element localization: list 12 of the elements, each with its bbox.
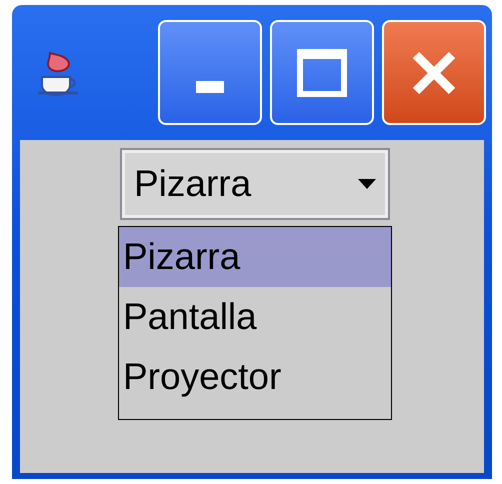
dropdown-option[interactable]: Pizarra <box>119 227 391 287</box>
minimize-icon <box>196 81 224 93</box>
dropdown-option[interactable]: Pantalla <box>119 287 391 347</box>
minimize-button[interactable] <box>158 20 262 125</box>
dropdown-field[interactable]: Pizarra <box>120 148 390 220</box>
maximize-button[interactable] <box>270 20 374 125</box>
dropdown-option[interactable]: Proyector <box>119 347 391 407</box>
close-icon <box>411 50 457 96</box>
coffee-cup-icon <box>36 48 80 96</box>
maximize-icon <box>297 48 347 96</box>
close-button[interactable] <box>382 20 486 125</box>
dropdown-arrow-icon <box>358 179 376 189</box>
